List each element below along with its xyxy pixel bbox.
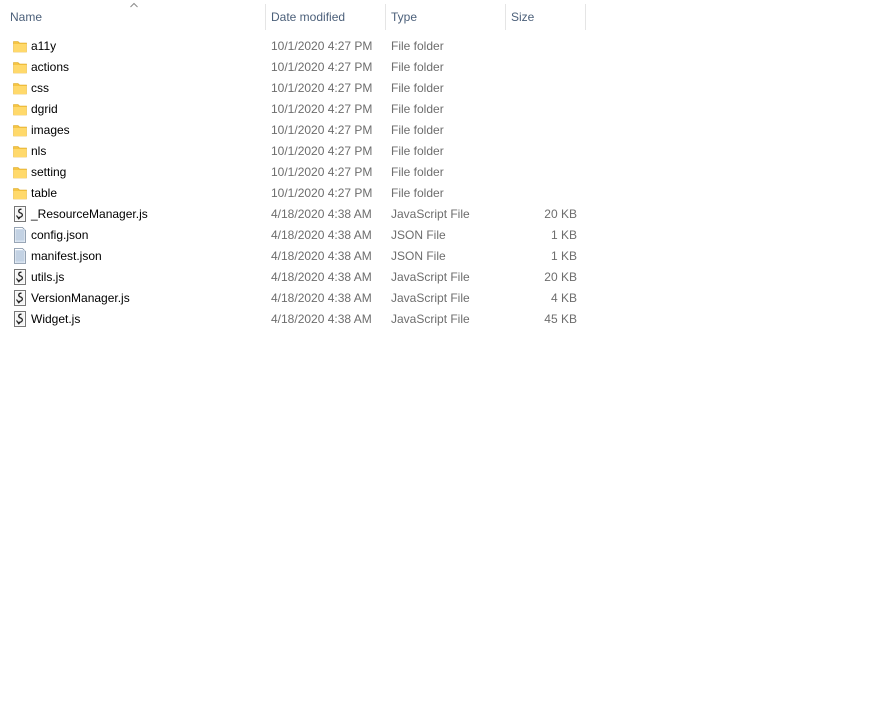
file-type: JavaScript File	[391, 312, 470, 326]
file-list-item[interactable]: Widget.js 4/18/2020 4:38 AM JavaScript Fil…	[0, 309, 585, 330]
javascript-file-icon	[12, 206, 28, 222]
file-type: JavaScript File	[391, 207, 470, 221]
javascript-file-icon	[12, 311, 28, 327]
file-list-item[interactable]: a11y 10/1/2020 4:27 PM File folder	[0, 36, 585, 57]
file-name: setting	[31, 165, 67, 179]
file-type: File folder	[391, 60, 444, 74]
file-size	[505, 141, 577, 162]
file-list-item[interactable]: actions 10/1/2020 4:27 PM File folder	[0, 57, 585, 78]
folder-icon	[12, 185, 28, 201]
file-type: File folder	[391, 81, 444, 95]
file-name: dgrid	[31, 102, 58, 116]
file-date-modified: 10/1/2020 4:27 PM	[271, 81, 373, 95]
file-name: nls	[31, 144, 47, 158]
file-type: File folder	[391, 144, 444, 158]
file-list-item[interactable]: VersionManager.js 4/18/2020 4:38 AM JavaSc…	[0, 288, 585, 309]
json-file-icon	[12, 227, 28, 243]
file-name: _ResourceManager.js	[31, 207, 148, 221]
file-date-modified: 4/18/2020 4:38 AM	[271, 291, 372, 305]
folder-icon	[12, 143, 28, 159]
column-header-bar: Name Date modified Type Size	[0, 0, 586, 33]
file-date-modified: 4/18/2020 4:38 AM	[271, 207, 372, 221]
column-divider[interactable]	[585, 4, 586, 30]
file-size: 20 KB	[544, 270, 577, 284]
file-date-modified: 4/18/2020 4:38 AM	[271, 249, 372, 263]
file-name: css	[31, 81, 49, 95]
folder-icon	[12, 101, 28, 117]
file-type: JSON File	[391, 249, 446, 263]
file-date-modified: 10/1/2020 4:27 PM	[271, 39, 373, 53]
file-list-item[interactable]: config.json 4/18/2020 4:38 AM JSON File 1 K…	[0, 225, 585, 246]
file-list-item[interactable]: utils.js 4/18/2020 4:38 AM JavaScript File…	[0, 267, 585, 288]
file-date-modified: 10/1/2020 4:27 PM	[271, 186, 373, 200]
file-explorer-details-view: Name Date modified Type Size a11y 10/1/20…	[0, 0, 896, 701]
file-size	[505, 120, 577, 141]
file-type: JavaScript File	[391, 270, 470, 284]
file-type: File folder	[391, 123, 444, 137]
javascript-file-icon	[12, 290, 28, 306]
file-list-item[interactable]: table 10/1/2020 4:27 PM File folder	[0, 183, 585, 204]
file-size: 45 KB	[544, 312, 577, 326]
column-header-type[interactable]: Type	[385, 0, 505, 33]
file-date-modified: 10/1/2020 4:27 PM	[271, 144, 373, 158]
file-date-modified: 10/1/2020 4:27 PM	[271, 60, 373, 74]
file-list-item[interactable]: nls 10/1/2020 4:27 PM File folder	[0, 141, 585, 162]
file-type: File folder	[391, 165, 444, 179]
javascript-file-icon	[12, 269, 28, 285]
file-name: a11y	[31, 39, 57, 53]
file-list-item[interactable]: manifest.json 4/18/2020 4:38 AM JSON File 1…	[0, 246, 585, 267]
file-list-item[interactable]: images 10/1/2020 4:27 PM File folder	[0, 120, 585, 141]
file-size: 1 KB	[550, 249, 577, 263]
file-name: actions	[31, 60, 70, 74]
file-name: Widget.js	[31, 312, 81, 326]
folder-icon	[12, 164, 28, 180]
file-size	[505, 78, 577, 99]
file-list-item[interactable]: dgrid 10/1/2020 4:27 PM File folder	[0, 99, 585, 120]
file-name: table	[31, 186, 58, 200]
file-size	[505, 57, 577, 78]
json-file-icon	[12, 248, 28, 264]
folder-icon	[12, 80, 28, 96]
column-header-date-modified[interactable]: Date modified	[265, 0, 385, 33]
file-size	[505, 183, 577, 204]
folder-icon	[12, 59, 28, 75]
file-type: File folder	[391, 186, 444, 200]
file-date-modified: 10/1/2020 4:27 PM	[271, 123, 373, 137]
file-name: config.json	[31, 228, 89, 242]
file-name: manifest.json	[31, 249, 102, 263]
file-name: images	[31, 123, 70, 137]
file-list-item[interactable]: setting 10/1/2020 4:27 PM File folder	[0, 162, 585, 183]
file-date-modified: 4/18/2020 4:38 AM	[271, 312, 372, 326]
file-type: File folder	[391, 39, 444, 53]
file-list-item[interactable]: _ResourceManager.js 4/18/2020 4:38 AM Java…	[0, 204, 585, 225]
file-name: VersionManager.js	[31, 291, 130, 305]
file-size	[505, 162, 577, 183]
folder-icon	[12, 122, 28, 138]
file-size: 1 KB	[550, 228, 577, 242]
folder-icon	[12, 38, 28, 54]
file-type: File folder	[391, 102, 444, 116]
column-header-name[interactable]: Name	[4, 0, 265, 33]
column-header-size[interactable]: Size	[505, 0, 585, 33]
file-size: 20 KB	[544, 207, 577, 221]
file-size: 4 KB	[550, 291, 577, 305]
file-size	[505, 99, 577, 120]
file-type: JSON File	[391, 228, 446, 242]
file-date-modified: 10/1/2020 4:27 PM	[271, 102, 373, 116]
file-date-modified: 4/18/2020 4:38 AM	[271, 270, 372, 284]
file-size	[505, 36, 577, 57]
file-name: utils.js	[31, 270, 65, 284]
file-list-item[interactable]: css 10/1/2020 4:27 PM File folder	[0, 78, 585, 99]
file-type: JavaScript File	[391, 291, 470, 305]
file-list: a11y 10/1/2020 4:27 PM File folder actions 1…	[0, 36, 590, 330]
file-date-modified: 10/1/2020 4:27 PM	[271, 165, 373, 179]
file-date-modified: 4/18/2020 4:38 AM	[271, 228, 372, 242]
